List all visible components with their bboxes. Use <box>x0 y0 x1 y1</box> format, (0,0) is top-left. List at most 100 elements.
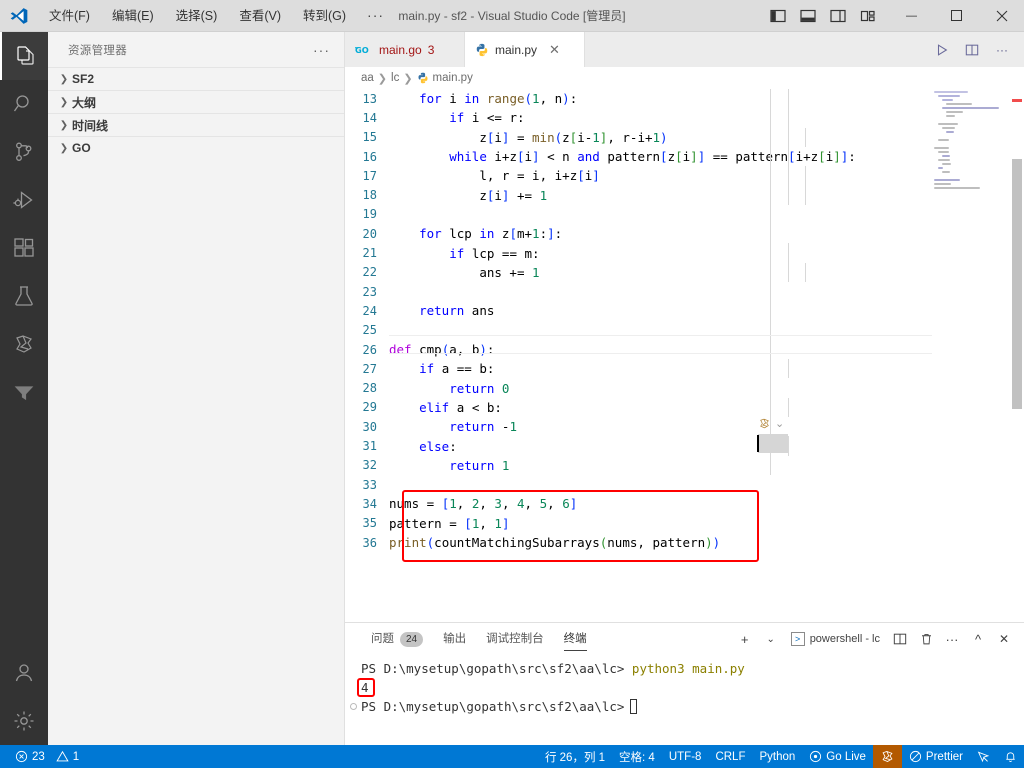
status-bar: 23 1 行 26，列 1 空格: 4 UTF-8 CRLF Python Go… <box>0 745 1024 768</box>
window-close-button[interactable] <box>979 0 1024 32</box>
split-terminal-icon[interactable] <box>888 625 912 653</box>
minimap-line <box>946 103 973 105</box>
code-line[interactable]: 16 while i+z[i] < n and pattern[z[i]] ==… <box>345 147 932 166</box>
terminal-output-value: 4 <box>361 680 369 695</box>
code-text: if i <= r: <box>449 110 525 126</box>
codelens-chevron-icon[interactable]: ⌄ <box>775 417 784 430</box>
breadcrumb-item-aa[interactable]: aa <box>361 72 374 84</box>
code-line[interactable]: 30 return -1 <box>345 417 932 436</box>
menu-go[interactable]: 转到(G) <box>292 0 357 32</box>
editor-scrollbar[interactable] <box>1010 89 1024 622</box>
toggle-secondary-sidebar-icon[interactable] <box>823 0 853 32</box>
menu-view[interactable]: 查看(V) <box>228 0 292 32</box>
close-panel-icon[interactable]: ✕ <box>992 625 1016 653</box>
kill-terminal-icon[interactable] <box>914 625 938 653</box>
code-text: for i in range(1, n): <box>419 91 578 107</box>
activity-source-control[interactable] <box>0 128 48 176</box>
status-errors[interactable]: 23 1 <box>8 745 86 768</box>
code-line[interactable]: 34 nums = [1, 2, 3, 4, 5, 6] <box>345 494 932 513</box>
code-line[interactable]: 13 for i in range(1, n): <box>345 89 932 108</box>
activity-run-and-debug[interactable] <box>0 176 48 224</box>
activity-explorer[interactable] <box>0 32 48 80</box>
status-prettier[interactable]: Prettier <box>902 745 970 768</box>
code-line[interactable]: 22 ans += 1 <box>345 263 932 282</box>
customize-layout-icon[interactable] <box>853 0 883 32</box>
sidebar-section-outline[interactable]: ❯ 大纲 <box>48 90 344 113</box>
sidebar-section-go[interactable]: ❯ GO <box>48 136 344 159</box>
panel-tab-output[interactable]: 输出 <box>433 623 476 655</box>
terminal-selector[interactable]: > powershell - lc <box>785 628 886 650</box>
status-indentation[interactable]: 空格: 4 <box>612 745 662 768</box>
panel-tab-terminal[interactable]: 终端 <box>554 623 597 655</box>
status-go-live[interactable]: Go Live <box>802 745 873 768</box>
codelens-run[interactable]: ⌄ <box>758 417 784 430</box>
menu-file[interactable]: 文件(F) <box>38 0 101 32</box>
new-terminal-dropdown-icon[interactable]: ⌄ <box>759 625 783 653</box>
panel-tab-problems[interactable]: 问题 24 <box>361 623 433 655</box>
activity-testing[interactable] <box>0 272 48 320</box>
status-code-runner[interactable] <box>872 745 902 768</box>
code-line[interactable]: 19 <box>345 205 932 224</box>
code-line[interactable]: 29 elif a < b: <box>345 398 932 417</box>
breadcrumb-item-lc[interactable]: lc <box>391 72 399 84</box>
activity-manage-settings[interactable] <box>0 697 48 745</box>
scrollbar-thumb[interactable] <box>1012 159 1022 409</box>
tab-main-py[interactable]: main.py ✕ <box>465 32 585 67</box>
status-language-mode[interactable]: Python <box>752 745 802 768</box>
code-line[interactable]: 18 z[i] += 1 <box>345 186 932 205</box>
terminal-name-label: powershell - lc <box>809 633 880 645</box>
sidebar-section-sf2[interactable]: ❯ SF2 <box>48 67 344 90</box>
code-line[interactable]: 27 if a == b: <box>345 359 932 378</box>
activity-accounts[interactable] <box>0 649 48 697</box>
panel-more-actions-icon[interactable]: ··· <box>940 625 964 653</box>
activity-filter[interactable] <box>0 368 48 416</box>
window-minimize-button[interactable]: — <box>889 0 934 32</box>
terminal-content[interactable]: PS D:\mysetup\gopath\src\sf2\aa\lc> pyth… <box>345 655 1024 745</box>
toggle-panel-icon[interactable] <box>793 0 823 32</box>
activity-extensions[interactable] <box>0 224 48 272</box>
tab-close-icon[interactable]: ✕ <box>549 42 560 58</box>
toggle-primary-sidebar-icon[interactable] <box>763 0 793 32</box>
go-live-label: Go Live <box>826 750 866 763</box>
menu-edit[interactable]: 编辑(E) <box>101 0 165 32</box>
maximize-panel-icon[interactable]: ^ <box>966 625 990 653</box>
code-line[interactable]: 36 print(countMatchingSubarrays(nums, pat… <box>345 533 932 552</box>
activity-search[interactable] <box>0 80 48 128</box>
code-line[interactable]: 14 if i <= r: <box>345 108 932 127</box>
editor-more-actions-icon[interactable]: ··· <box>988 32 1016 67</box>
code-line[interactable]: 28 return 0 <box>345 379 932 398</box>
code-line[interactable]: 33 <box>345 475 932 494</box>
panel-tab-label: 终端 <box>563 633 587 645</box>
tab-main-go[interactable]: GO main.go 3 <box>345 32 465 67</box>
menu-selection[interactable]: 选择(S) <box>165 0 229 32</box>
status-encoding[interactable]: UTF-8 <box>662 745 709 768</box>
window-maximize-button[interactable] <box>934 0 979 32</box>
code-line[interactable]: 23 <box>345 282 932 301</box>
menu-more-icon[interactable]: ··· <box>357 0 394 32</box>
code-line[interactable]: 35 pattern = [1, 1] <box>345 514 932 533</box>
split-editor-right-icon[interactable] <box>958 32 986 67</box>
status-notifications[interactable] <box>997 745 1024 768</box>
breadcrumb-item-file[interactable]: main.py <box>433 72 473 84</box>
code-line[interactable]: 31 else: <box>345 436 932 455</box>
status-cursor-position[interactable]: 行 26，列 1 <box>538 745 612 768</box>
code-line[interactable]: 15 z[i] = min(z[i-1], r-i+1) <box>345 128 932 147</box>
indent-guide <box>770 339 771 475</box>
code-editor[interactable]: 13 for i in range(1, n): 14 if i <= r: 15 … <box>345 89 1024 622</box>
activity-code-runner[interactable] <box>0 320 48 368</box>
code-line[interactable]: 21 if lcp == m: <box>345 243 932 262</box>
sidebar-section-timeline[interactable]: ❯ 时间线 <box>48 113 344 136</box>
minimap[interactable] <box>932 89 1010 622</box>
code-line[interactable]: 17 l, r = i, i+z[i] <box>345 166 932 185</box>
run-python-file-icon[interactable] <box>928 32 956 67</box>
new-terminal-icon[interactable]: + <box>733 625 757 653</box>
status-eol[interactable]: CRLF <box>708 745 752 768</box>
code-line[interactable]: 20 for lcp in z[m+1:]: <box>345 224 932 243</box>
status-feedback[interactable] <box>970 745 997 768</box>
terminal-prompt: PS D:\mysetup\gopath\src\sf2\aa\lc> <box>361 699 625 714</box>
code-line[interactable]: 24 return ans <box>345 301 932 320</box>
code-line[interactable]: 32 return 1 <box>345 456 932 475</box>
code-text: else: <box>419 438 457 454</box>
panel-tab-debug-console[interactable]: 调试控制台 <box>476 623 554 655</box>
sidebar-more-icon[interactable]: ··· <box>307 42 336 58</box>
